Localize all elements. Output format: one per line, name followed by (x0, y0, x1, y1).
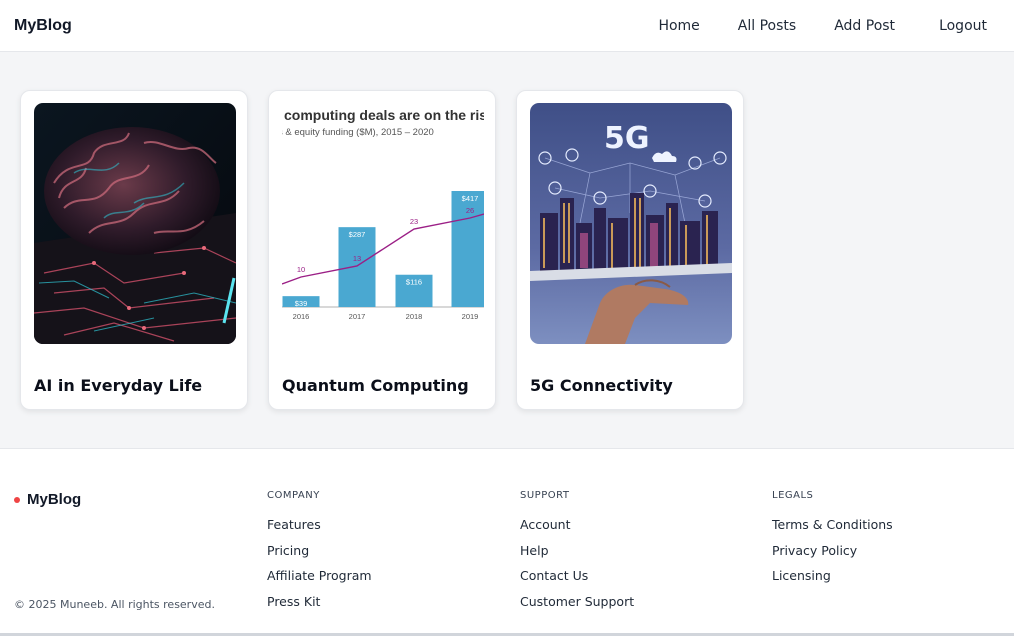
post-title[interactable]: AI in Everyday Life (34, 376, 202, 395)
footer-brand-label: MyBlog (27, 491, 82, 508)
footer-link-privacy-policy[interactable]: Privacy Policy (772, 543, 893, 569)
footer-link-account[interactable]: Account (520, 517, 634, 543)
chart-bar-label: $287 (349, 230, 366, 239)
nav-home-link[interactable]: Home (658, 18, 699, 34)
chart-point-label: 26 (466, 206, 474, 215)
chart-bar-label: $39 (295, 299, 308, 308)
brand-dot-icon (14, 496, 20, 503)
copyright-text: © 2025 Muneeb. All rights reserved. (14, 598, 215, 611)
post-card-ai[interactable]: AI in Everyday Life (20, 90, 248, 410)
chart-point-label: 23 (410, 217, 418, 226)
quantum-funding-chart: computing deals are on the rise s & equi… (282, 107, 484, 321)
main-nav: Home All Posts Add Post Logout (658, 0, 1014, 52)
post-title[interactable]: Quantum Computing (282, 376, 469, 395)
quantum-chart-image: computing deals are on the rise s & equi… (282, 103, 484, 344)
5g-city-image: 5G (530, 103, 732, 344)
chart-point-label: 10 (297, 265, 305, 274)
footer-heading: LEGALS (772, 490, 814, 501)
footer-link-pricing[interactable]: Pricing (267, 543, 372, 569)
footer-link-help[interactable]: Help (520, 543, 634, 569)
footer-column-legals: LEGALS Terms & Conditions Privacy Policy… (772, 490, 893, 594)
chart-subtitle: s & equity funding ($M), 2015 – 2020 (282, 127, 434, 138)
chart-x-tick-label: 2019 (462, 312, 479, 321)
footer-column-company: COMPANY Features Pricing Affiliate Progr… (267, 490, 372, 620)
top-navbar: MyBlog Home All Posts Add Post Logout (0, 0, 1014, 52)
chart-bar-label: $116 (406, 278, 422, 287)
chart-bar-label: $417 (462, 194, 479, 203)
post-card-quantum[interactable]: computing deals are on the rise s & equi… (268, 90, 496, 410)
footer-link-customer-support[interactable]: Customer Support (520, 594, 634, 620)
site-footer: MyBlog © 2025 Muneeb. All rights reserve… (0, 448, 1014, 636)
chart-x-tick-label: 2017 (349, 312, 366, 321)
ai-brain-circuit-image (34, 103, 236, 344)
footer-link-licensing[interactable]: Licensing (772, 568, 893, 594)
brand-logo[interactable]: MyBlog (14, 17, 72, 35)
chart-x-tick-label: 2016 (293, 312, 310, 321)
nav-logout-link[interactable]: Logout (939, 18, 987, 34)
post-card-5g[interactable]: 5G 5G Connectivity (516, 90, 744, 410)
5g-label: 5G (604, 121, 650, 156)
footer-column-support: SUPPORT Account Help Contact Us Customer… (520, 490, 634, 620)
chart-title: computing deals are on the rise (284, 107, 484, 123)
footer-heading: SUPPORT (520, 490, 570, 501)
footer-link-press-kit[interactable]: Press Kit (267, 594, 372, 620)
chart-x-tick-label: 2018 (406, 312, 423, 321)
nav-all-posts-link[interactable]: All Posts (738, 18, 796, 34)
footer-link-features[interactable]: Features (267, 517, 372, 543)
footer-link-terms[interactable]: Terms & Conditions (772, 517, 893, 543)
footer-brand[interactable]: MyBlog (14, 491, 81, 508)
footer-link-contact-us[interactable]: Contact Us (520, 568, 634, 594)
footer-link-affiliate-program[interactable]: Affiliate Program (267, 568, 372, 594)
chart-point-label: 13 (353, 254, 361, 263)
nav-add-post-link[interactable]: Add Post (834, 18, 895, 34)
post-title[interactable]: 5G Connectivity (530, 376, 673, 395)
footer-heading: COMPANY (267, 490, 320, 501)
post-cards-grid: AI in Everyday Life computing deals are … (20, 90, 744, 410)
